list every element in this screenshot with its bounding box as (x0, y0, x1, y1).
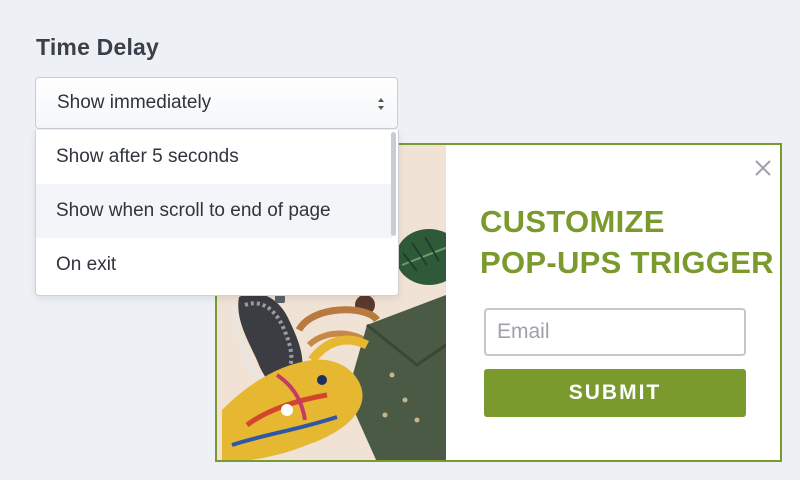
time-delay-select[interactable]: Show immediately (35, 77, 398, 129)
option-label: Show after 5 seconds (56, 146, 239, 167)
dropdown-scrollbar[interactable] (391, 132, 396, 236)
option-label: Show when scroll to end of page (56, 200, 331, 221)
submit-button[interactable]: SUBMIT (484, 369, 746, 417)
close-icon[interactable] (754, 159, 772, 177)
time-delay-title: Time Delay (36, 34, 160, 60)
email-field[interactable] (484, 308, 746, 356)
popup-headline: CUSTOMIZE POP-UPS TRIGGER (480, 201, 774, 283)
option-scroll-to-end[interactable]: Show when scroll to end of page (36, 184, 392, 238)
time-delay-dropdown: Show after 5 seconds Show when scroll to… (35, 130, 399, 296)
headline-line-2: POP-UPS TRIGGER (480, 245, 774, 280)
option-label: On exit (56, 254, 117, 275)
option-after-5-seconds[interactable]: Show after 5 seconds (36, 130, 392, 184)
option-on-exit[interactable]: On exit (36, 238, 392, 292)
select-value: Show immediately (57, 92, 212, 113)
headline-line-1: CUSTOMIZE (480, 204, 665, 239)
sort-arrows-icon (378, 98, 384, 110)
